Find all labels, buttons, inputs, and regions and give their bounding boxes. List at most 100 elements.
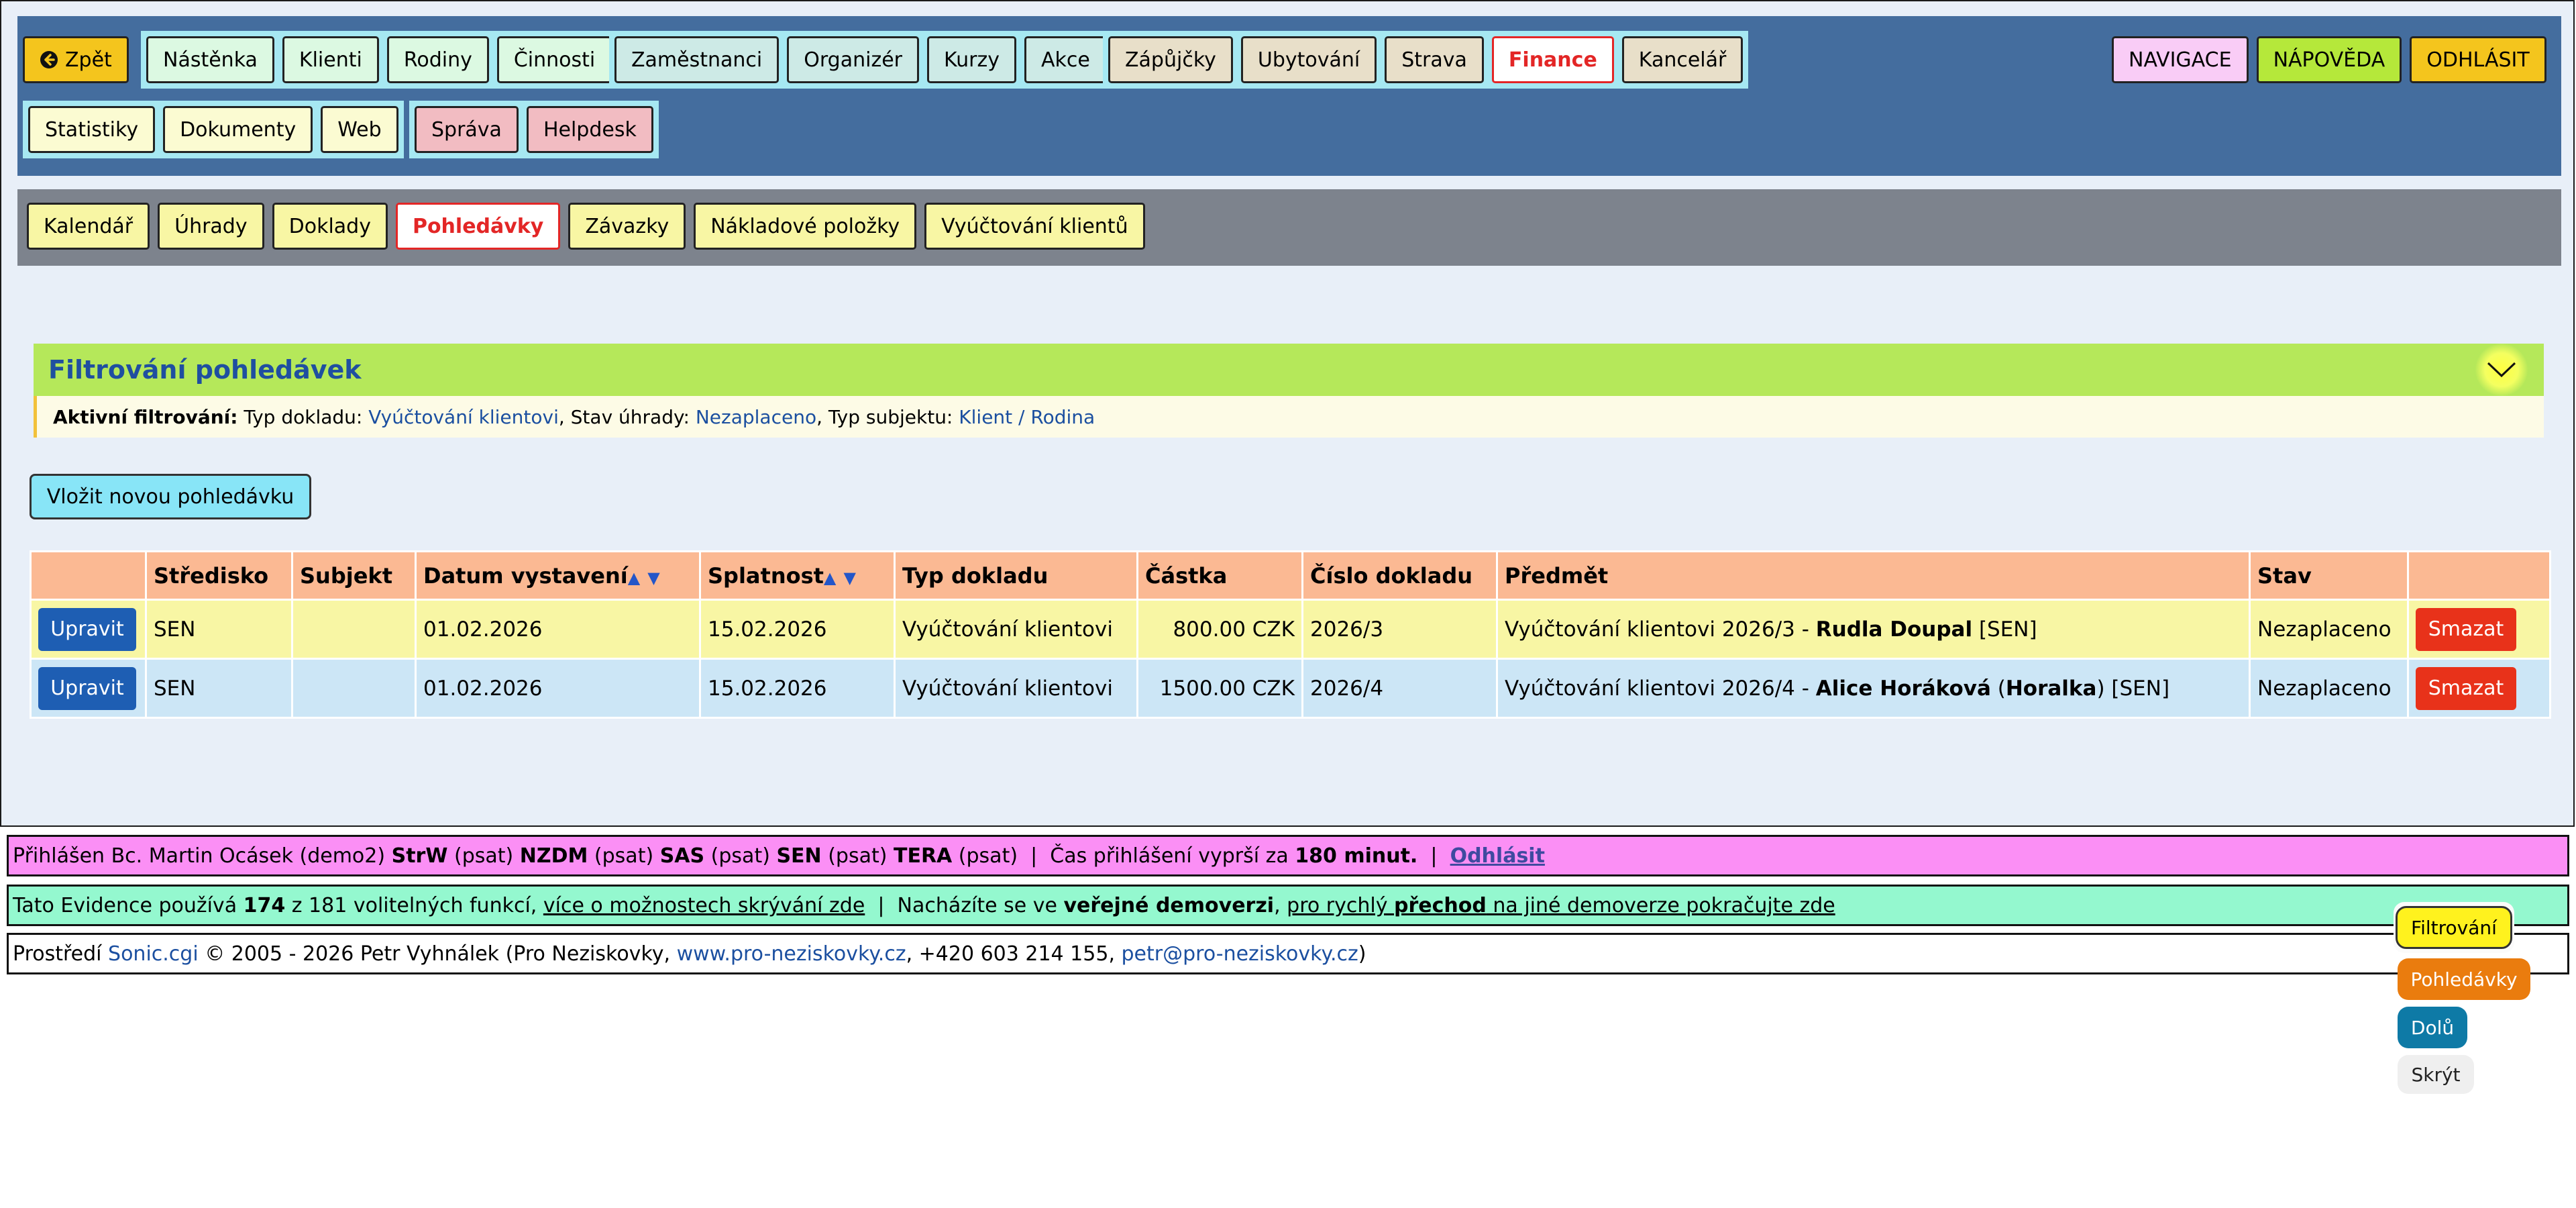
navigation-button[interactable]: NAVIGACE xyxy=(2112,36,2249,83)
demo-public: veřejné demoverzi xyxy=(1063,893,1275,917)
session-timeout: 180 minut. xyxy=(1295,844,1418,868)
predmet-text: Vyúčtování klientovi 2026/4 - xyxy=(1505,676,1816,701)
nav-akce[interactable]: Akce xyxy=(1024,36,1107,83)
chevron-down-icon[interactable] xyxy=(2475,344,2528,396)
sort-desc-icon[interactable]: ▼ xyxy=(647,568,659,587)
filter-panel: Filtrování pohledávek Aktivní filtrování… xyxy=(34,344,2544,438)
cell-typ: Vyúčtování klientovi xyxy=(894,599,1138,660)
predmet-suffix: [SEN] xyxy=(1972,617,2037,642)
arrow-left-circle-icon xyxy=(40,50,58,69)
help-button[interactable]: NÁPOVĚDA xyxy=(2256,36,2402,83)
sort-asc-icon[interactable]: ▲ xyxy=(824,568,836,587)
nav-kurzy[interactable]: Kurzy xyxy=(926,36,1017,83)
predmet-text: Vyúčtování klientovi 2026/3 - xyxy=(1505,617,1816,642)
nav-helpdesk[interactable]: Helpdesk xyxy=(526,106,653,153)
float-pohledavky-button[interactable]: Pohledávky xyxy=(2398,958,2530,1000)
footer-logout-link[interactable]: Odhlásit xyxy=(1450,844,1545,868)
features-text: z 181 volitelných funkcí, xyxy=(285,893,543,917)
filter-value-subject[interactable]: Klient / Rodina xyxy=(959,406,1095,428)
app-area: Zpět Nástěnka Klienti Rodiny Činnosti Za… xyxy=(0,0,2575,827)
float-filter-wrap: Filtrování xyxy=(2394,902,2514,953)
demo-switch-link[interactable]: pro rychlý přechod na jiné demoverze pok… xyxy=(1287,894,1835,917)
nav-klienti[interactable]: Klienti xyxy=(282,36,379,83)
predmet-client: Alice Horáková xyxy=(1815,676,1991,701)
float-dolu-button[interactable]: Dolů xyxy=(2398,1007,2467,1048)
copyright-text: ) xyxy=(1358,942,1366,966)
demo-link-c: na jiné demoverze pokračujte zde xyxy=(1486,893,1835,917)
col-header-predmet: Předmět xyxy=(1496,550,2251,601)
demo-text: | Nacházíte se ve xyxy=(865,893,1064,917)
subnav-kalendar[interactable]: Kalendář xyxy=(27,203,150,250)
perm-text: (psat) xyxy=(821,844,894,868)
main-navigation: Zpět Nástěnka Klienti Rodiny Činnosti Za… xyxy=(17,16,2561,176)
active-filter-label: Aktivní filtrování: xyxy=(53,405,238,428)
copyright-text: , +420 603 214 155, xyxy=(906,942,1122,966)
demo-text: , xyxy=(1274,893,1287,917)
subnav-pohledavky-active[interactable]: Pohledávky xyxy=(395,203,561,250)
subnav-nakladove-polozky[interactable]: Nákladové položky xyxy=(694,203,917,250)
col-header-datum-label: Datum vystavení xyxy=(423,562,628,589)
active-filter-summary: Aktivní filtrování: Typ dokladu: Vyúčtov… xyxy=(34,396,2544,438)
nav-ubytovani[interactable]: Ubytování xyxy=(1240,36,1377,83)
subnav-row: Kalendář Úhrady Doklady Pohledávky Závaz… xyxy=(27,203,1145,250)
nav-kancelar[interactable]: Kancelář xyxy=(1621,36,1743,83)
back-group: Zpět xyxy=(23,31,129,89)
table-row: Upravit SEN 01.02.2026 15.02.2026 Vyúčto… xyxy=(30,658,2551,719)
delete-button[interactable]: Smazat xyxy=(2416,607,2516,651)
nav-organizer[interactable]: Organizér xyxy=(787,36,919,83)
nav-dokumenty[interactable]: Dokumenty xyxy=(163,106,313,153)
col-header-delete xyxy=(2407,550,2551,601)
subnav-doklady[interactable]: Doklady xyxy=(272,203,388,250)
nav-group-clients: Nástěnka Klienti Rodiny Činnosti xyxy=(141,31,618,89)
nav-zamestnanci[interactable]: Zaměstnanci xyxy=(614,36,780,83)
add-receivable-button[interactable]: Vložit novou pohledávku xyxy=(30,474,311,519)
email-link[interactable]: petr@pro-neziskovky.cz xyxy=(1122,942,1358,966)
features-hide-link[interactable]: více o možnostech skrývání zde xyxy=(543,894,865,917)
website-link[interactable]: www.pro-neziskovky.cz xyxy=(677,942,906,966)
sort-desc-icon[interactable]: ▼ xyxy=(844,568,856,587)
nav-strava[interactable]: Strava xyxy=(1385,36,1484,83)
subnav-uhrady[interactable]: Úhrady xyxy=(158,203,264,250)
filter-value-status[interactable]: Nezaplaceno xyxy=(696,406,816,428)
nav-finance-active[interactable]: Finance xyxy=(1491,36,1614,83)
cell-stav: Nezaplaceno xyxy=(2249,658,2409,719)
float-filtrovani-button[interactable]: Filtrování xyxy=(2396,906,2512,949)
filter-text-subject: , Typ subjektu: xyxy=(816,405,959,428)
col-header-actions xyxy=(30,550,147,601)
filter-value-type[interactable]: Vyúčtování klientovi xyxy=(368,406,559,428)
perm-tera: TERA xyxy=(893,844,953,868)
cell-predmet: Vyúčtování klientovi 2026/3 - Rudla Doup… xyxy=(1496,599,2251,660)
perm-sas: SAS xyxy=(659,844,705,868)
cell-subjekt xyxy=(291,658,417,719)
edit-button[interactable]: Upravit xyxy=(38,666,136,710)
back-button[interactable]: Zpět xyxy=(23,36,129,83)
col-header-datum: Datum vystavení▲ ▼ xyxy=(415,550,701,601)
cell-edit: Upravit xyxy=(30,599,147,660)
receivables-table: Středisko Subjekt Datum vystavení▲ ▼ Spl… xyxy=(30,550,2551,719)
nav-group-services: Zápůjčky Ubytování Strava Finance Kancel… xyxy=(1103,31,1749,89)
nav-nastenka[interactable]: Nástěnka xyxy=(146,36,274,83)
edit-button[interactable]: Upravit xyxy=(38,607,136,651)
copyright-text: Prostředí xyxy=(13,942,109,966)
delete-button[interactable]: Smazat xyxy=(2416,666,2516,710)
nav-web[interactable]: Web xyxy=(321,106,398,153)
cell-stav: Nezaplaceno xyxy=(2249,599,2409,660)
float-skryt-button[interactable]: Skrýt xyxy=(2398,1055,2474,1094)
nav-rodiny[interactable]: Rodiny xyxy=(386,36,489,83)
perm-sen: SEN xyxy=(776,844,822,868)
nav-statistiky[interactable]: Statistiky xyxy=(28,106,156,153)
col-header-stredisko: Středisko xyxy=(145,550,293,601)
subnav-vyuctovani-klientu[interactable]: Vyúčtování klientů xyxy=(924,203,1145,250)
cell-datum: 01.02.2026 xyxy=(415,599,701,660)
nav-group-right: NAVIGACE NÁPOVĚDA ODHLÁSIT xyxy=(2112,31,2546,89)
predmet-paren-open: ( xyxy=(1990,676,2006,701)
nav-cinnosti[interactable]: Činnosti xyxy=(496,36,612,83)
nav-sprava[interactable]: Správa xyxy=(415,106,519,153)
sonic-link[interactable]: Sonic.cgi xyxy=(108,942,199,966)
nav-zapujcky[interactable]: Zápůjčky xyxy=(1108,36,1233,83)
subnav-zavazky[interactable]: Závazky xyxy=(568,203,686,250)
nav-group-staff: Zaměstnanci Organizér Kurzy Akce xyxy=(609,31,1112,89)
filter-header[interactable]: Filtrování pohledávek xyxy=(34,344,2544,396)
logout-button[interactable]: ODHLÁSIT xyxy=(2410,36,2546,83)
sort-asc-icon[interactable]: ▲ xyxy=(628,568,640,587)
